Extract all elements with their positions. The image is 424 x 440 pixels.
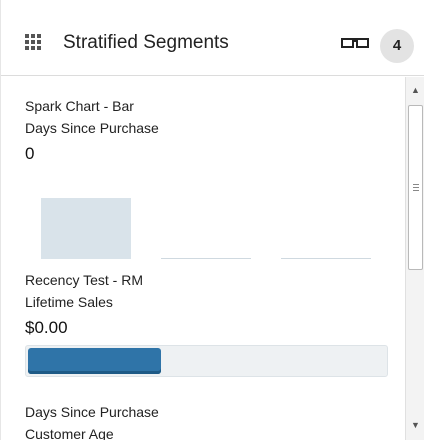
spark-bar-chart (25, 195, 385, 259)
segment-card[interactable]: Days Since Purchase Customer Age (25, 401, 405, 440)
spark-bar-empty (161, 258, 251, 259)
segment-name: Days Since Purchase (25, 404, 159, 420)
spark-bar (41, 198, 131, 259)
vertical-scrollbar[interactable]: ▲ ▼ (405, 77, 424, 440)
progress-bar (25, 345, 388, 377)
segment-metric: Customer Age (25, 426, 114, 440)
scroll-down-arrow-icon[interactable]: ▼ (406, 416, 424, 434)
segment-metric: Lifetime Sales (25, 294, 113, 310)
panel-header: Stratified Segments 4 (1, 0, 424, 76)
segment-card[interactable]: Recency Test - RM Lifetime Sales $0.00 (25, 269, 405, 377)
spark-bar-empty (281, 258, 371, 259)
glasses-icon[interactable] (341, 36, 369, 50)
scroll-up-arrow-icon[interactable]: ▲ (406, 81, 424, 99)
segment-metric: Days Since Purchase (25, 120, 159, 136)
segment-name: Recency Test - RM (25, 272, 143, 288)
segment-count-badge[interactable]: 4 (380, 29, 414, 63)
segment-card[interactable]: Spark Chart - Bar Days Since Purchase 0 (25, 95, 405, 259)
panel-title: Stratified Segments (63, 32, 229, 53)
scrollbar-thumb[interactable] (408, 105, 423, 270)
grip-lines-icon (413, 184, 419, 191)
segment-value: 0 (25, 144, 35, 163)
stratified-segments-panel: Stratified Segments 4 Spark Chart - Bar … (0, 0, 424, 440)
progress-bar-fill (28, 348, 162, 374)
segment-list: Spark Chart - Bar Days Since Purchase 0 … (1, 77, 405, 440)
grip-dots-icon[interactable] (25, 34, 47, 50)
segment-name: Spark Chart - Bar (25, 98, 134, 114)
segment-value: $0.00 (25, 318, 68, 337)
